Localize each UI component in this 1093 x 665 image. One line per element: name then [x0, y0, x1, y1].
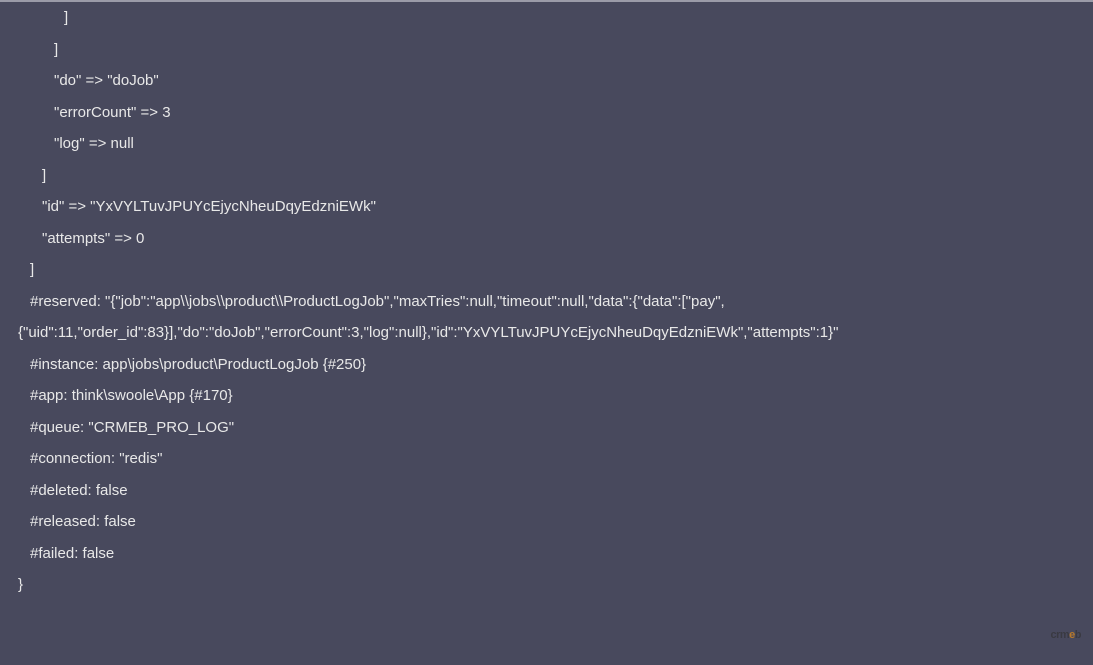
debug-output-panel: ]]"do" => "doJob""errorCount" => 3"log" …: [0, 2, 1093, 613]
code-line: #queue: "CRMEB_PRO_LOG": [12, 412, 1081, 444]
code-line: #instance: app\jobs\product\ProductLogJo…: [12, 349, 1081, 381]
code-line: "do" => "doJob": [12, 65, 1081, 97]
code-line: ]: [12, 2, 1081, 34]
watermark-prefix: cr: [1050, 629, 1059, 641]
code-line: ]: [12, 34, 1081, 66]
watermark-logo: crmeb: [1050, 624, 1081, 647]
code-line: }: [12, 569, 1081, 601]
watermark-mid: m: [1060, 629, 1069, 641]
code-line: #released: false: [12, 506, 1081, 538]
code-line: #app: think\swoole\App {#170}: [12, 380, 1081, 412]
code-line: #failed: false: [12, 538, 1081, 570]
code-line: #reserved: "{"job":"app\\jobs\\product\\…: [12, 286, 1081, 318]
watermark-suffix: b: [1075, 629, 1081, 641]
code-line: {"uid":11,"order_id":83}],"do":"doJob","…: [12, 317, 1081, 349]
code-line: #deleted: false: [12, 475, 1081, 507]
code-line: "attempts" => 0: [12, 223, 1081, 255]
code-line: "errorCount" => 3: [12, 97, 1081, 129]
code-line: "log" => null: [12, 128, 1081, 160]
code-line: "id" => "YxVYLTuvJPUYcEjycNheuDqyEdzniEW…: [12, 191, 1081, 223]
code-line: #connection: "redis": [12, 443, 1081, 475]
code-line: ]: [12, 160, 1081, 192]
code-line: ]: [12, 254, 1081, 286]
